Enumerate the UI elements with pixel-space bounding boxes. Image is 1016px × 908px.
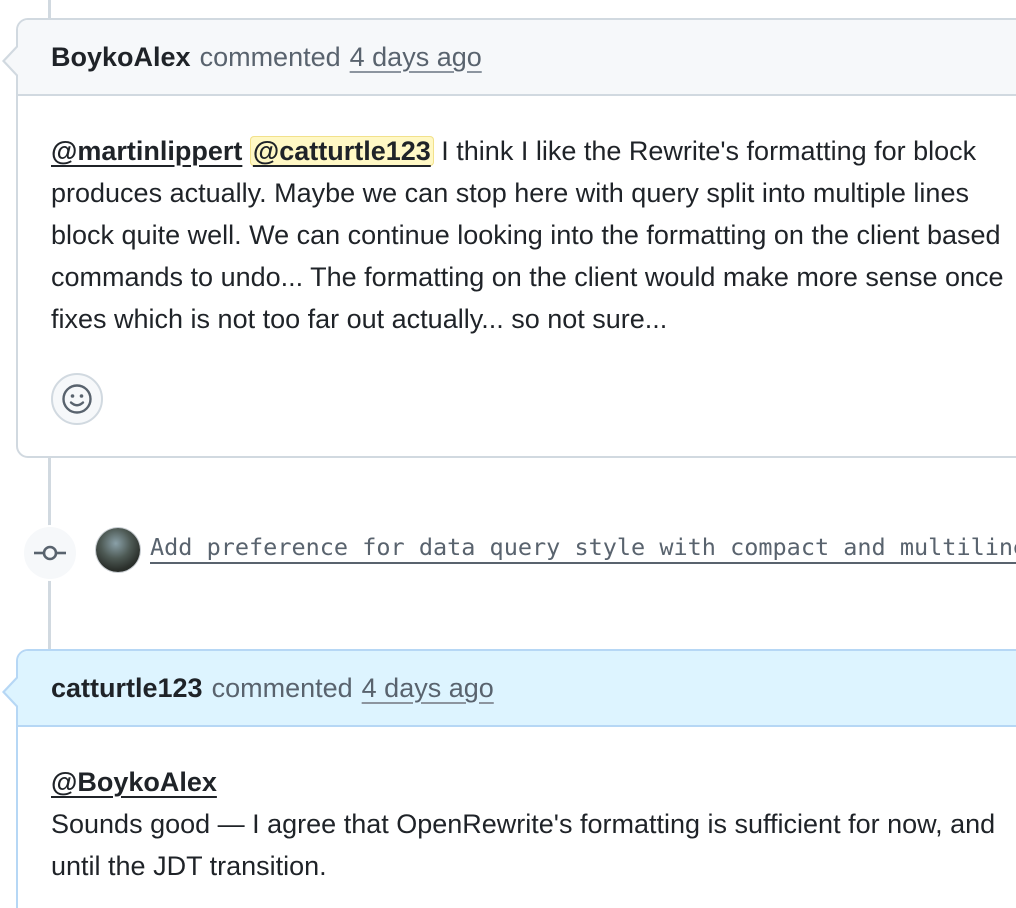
mention-catturtle123[interactable]: @catturtle123 [249, 136, 434, 166]
comment-author[interactable]: BoykoAlex [51, 42, 191, 73]
comment-action: commented [211, 672, 353, 703]
comment-line: @BoykoAlex [51, 761, 1016, 803]
git-commit-icon [34, 545, 66, 561]
comment-line: commands to undo... The formatting on th… [51, 262, 1004, 292]
comment-line: @martinlippert @catturtle123 I think I l… [51, 130, 1016, 172]
timeline: BoykoAlex commented 4 days ago @martinli… [0, 0, 1016, 908]
comment-line: Sounds good — I agree that OpenRewrite's… [51, 809, 996, 839]
timeline-line [48, 0, 51, 20]
commit-badge [22, 525, 78, 581]
comment-catturtle123: catturtle123 commented 4 days ago @Boyko… [2, 649, 1016, 908]
comment-line: fixes which is not too far out actually.… [51, 304, 668, 334]
comment-body: @BoykoAlex Sounds good — I agree that Op… [18, 727, 1016, 887]
commit-message-link[interactable]: Add preference for data query style with… [150, 533, 1016, 561]
comment-line: block quite well. We can continue lookin… [51, 220, 1001, 250]
comment-line: produces actually. Maybe we can stop her… [51, 178, 969, 208]
comment-boykoalex: BoykoAlex commented 4 days ago @martinli… [2, 18, 1016, 458]
comment-header: BoykoAlex commented 4 days ago [18, 20, 1016, 96]
comment-body: @martinlippert @catturtle123 I think I l… [18, 96, 1016, 340]
comment-timestamp[interactable]: 4 days ago [362, 673, 494, 704]
comment-author[interactable]: catturtle123 [51, 673, 203, 704]
add-reaction-button[interactable] [51, 373, 103, 425]
mention-martinlippert[interactable]: @martinlippert [51, 136, 242, 166]
comment-line: until the JDT transition. [51, 851, 327, 881]
comment-action: commented [199, 41, 341, 72]
smiley-icon [62, 384, 92, 414]
comment-text: I think I like the Rewrite's formatting … [433, 136, 977, 166]
comment-header: catturtle123 commented 4 days ago [18, 651, 1016, 727]
comment-timestamp[interactable]: 4 days ago [350, 42, 482, 73]
mention-boykoalex[interactable]: @BoykoAlex [51, 767, 217, 797]
avatar[interactable] [96, 528, 140, 572]
